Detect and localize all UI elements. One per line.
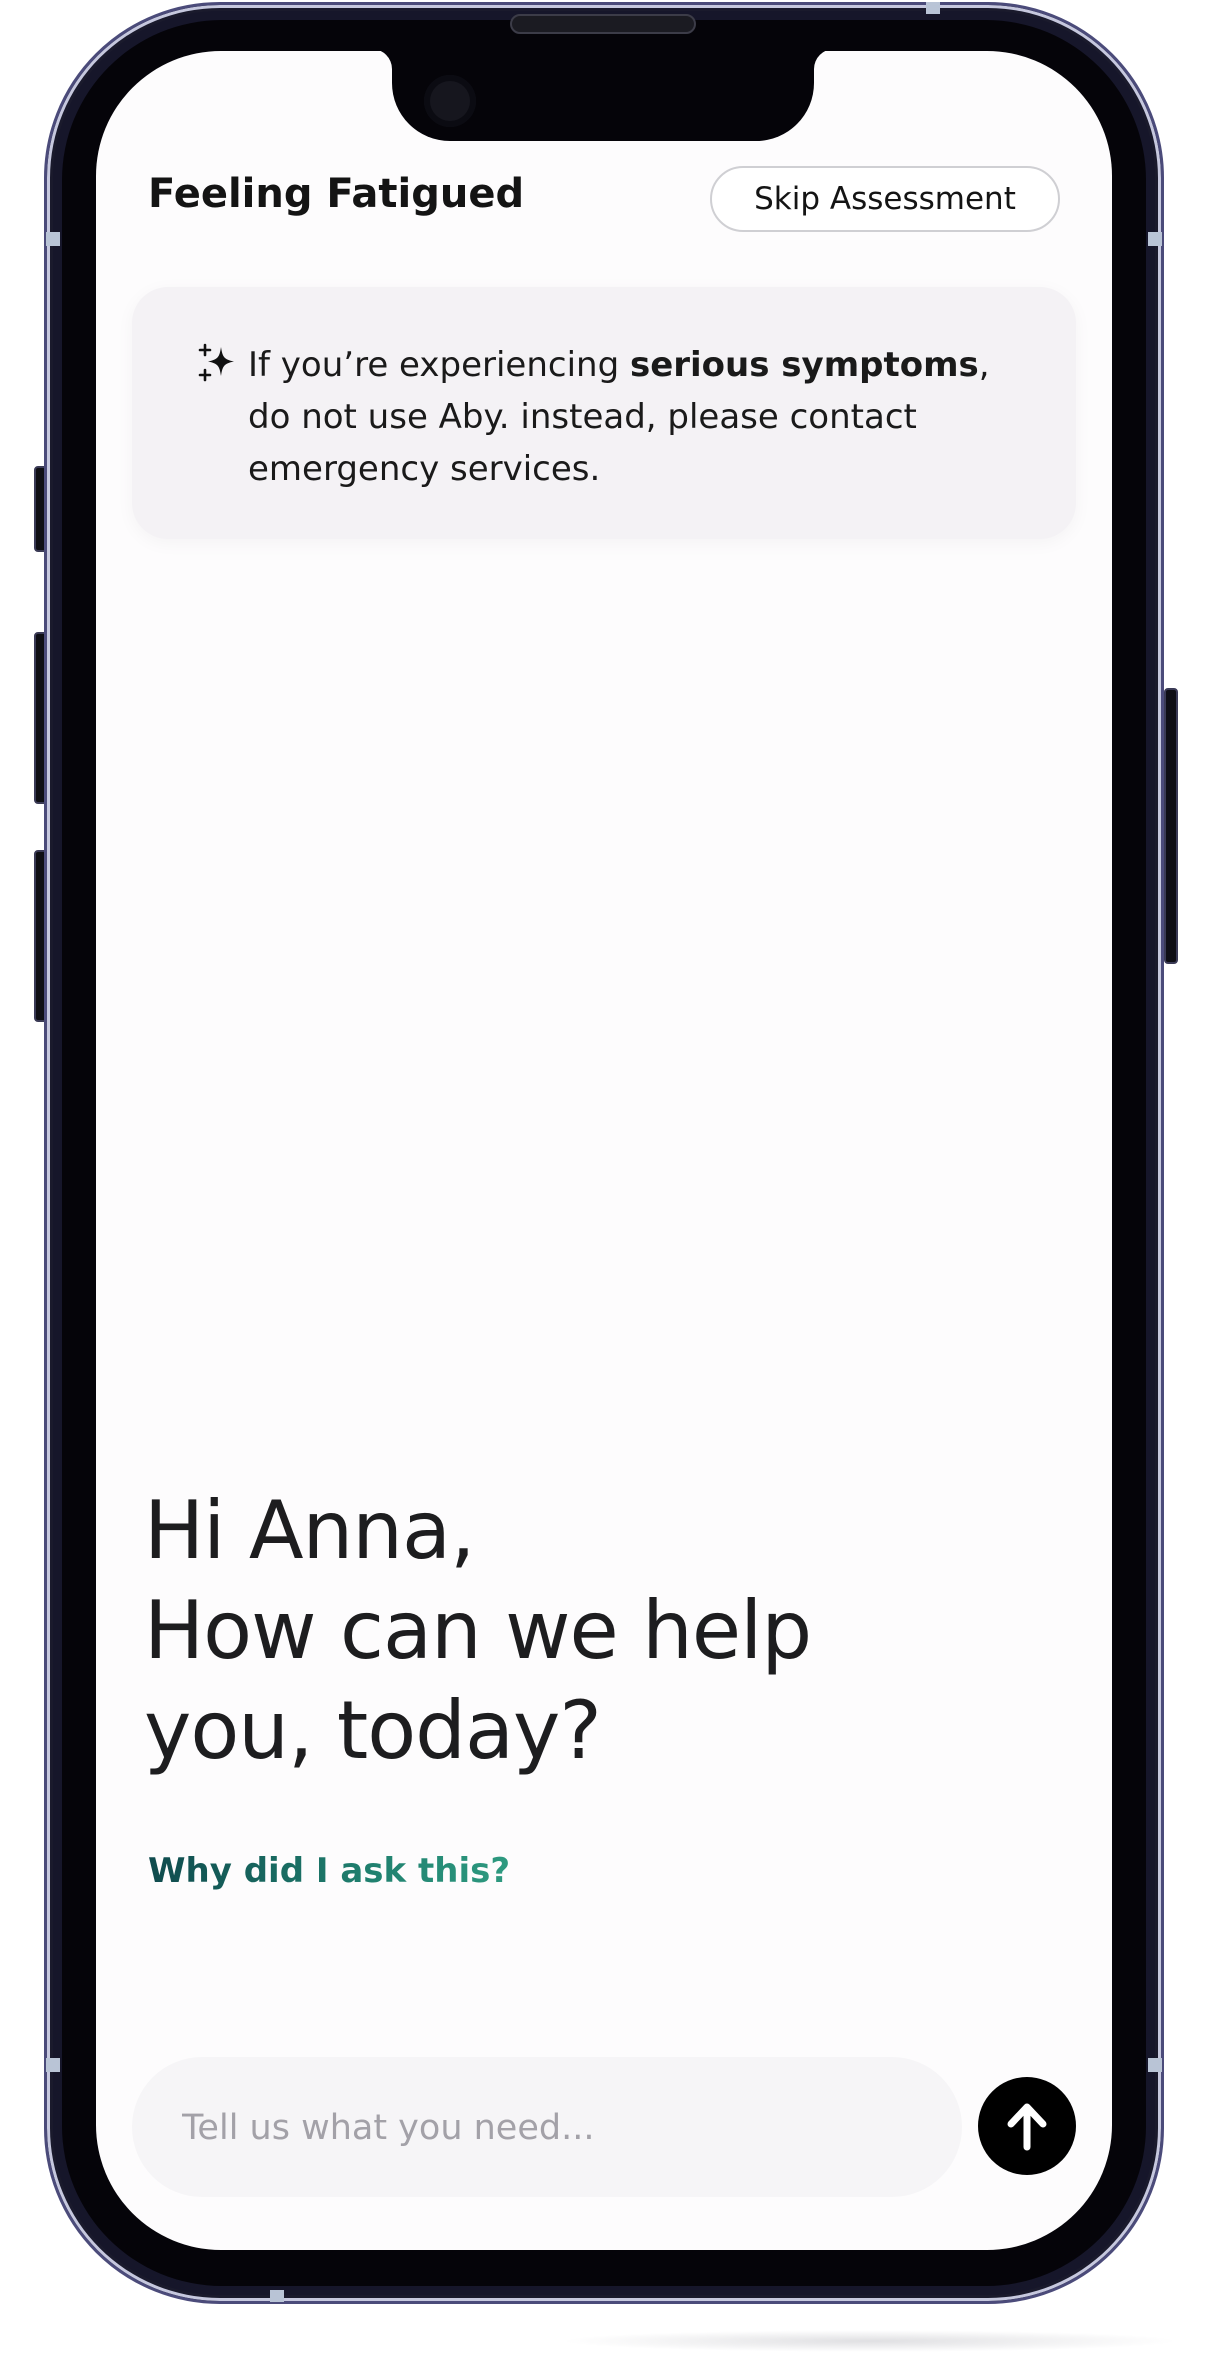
antenna-band [46,232,60,246]
sparkles-icon [198,343,234,382]
antenna-band [1148,232,1162,246]
device-stage: Feeling Fatigued Skip Assessment If you’… [0,0,1208,2367]
antenna-band [926,2,940,14]
earpiece-speaker [510,14,696,34]
app-screen: Feeling Fatigued Skip Assessment If you’… [96,51,1112,2250]
skip-assessment-button[interactable]: Skip Assessment [710,166,1060,232]
antenna-band [1148,2058,1162,2072]
notch [372,51,834,141]
greeting-line: you, today? [144,1684,602,1777]
send-button[interactable] [978,2077,1076,2175]
why-did-i-ask-link[interactable]: Why did I ask this? [148,1851,510,1891]
greeting-line: Hi Anna, [144,1484,475,1577]
antenna-band [270,2290,284,2302]
message-input[interactable] [180,2057,924,2199]
warning-emphasis: serious symptoms [629,345,979,385]
greeting-line: How can we help [144,1584,812,1677]
emergency-warning-card: If you’re experiencing serious symptoms,… [132,287,1076,539]
message-input-container [132,2057,962,2199]
page-title: Feeling Fatigued [148,171,525,217]
front-camera [424,75,476,127]
greeting-heading: Hi Anna, How can we help you, today? [144,1481,812,1781]
device-shadow [560,2330,1180,2352]
warning-message: If you’re experiencing serious symptoms,… [248,345,990,489]
arrow-up-icon [1007,2103,1047,2151]
antenna-band [46,2058,60,2072]
power-button [1164,688,1178,964]
